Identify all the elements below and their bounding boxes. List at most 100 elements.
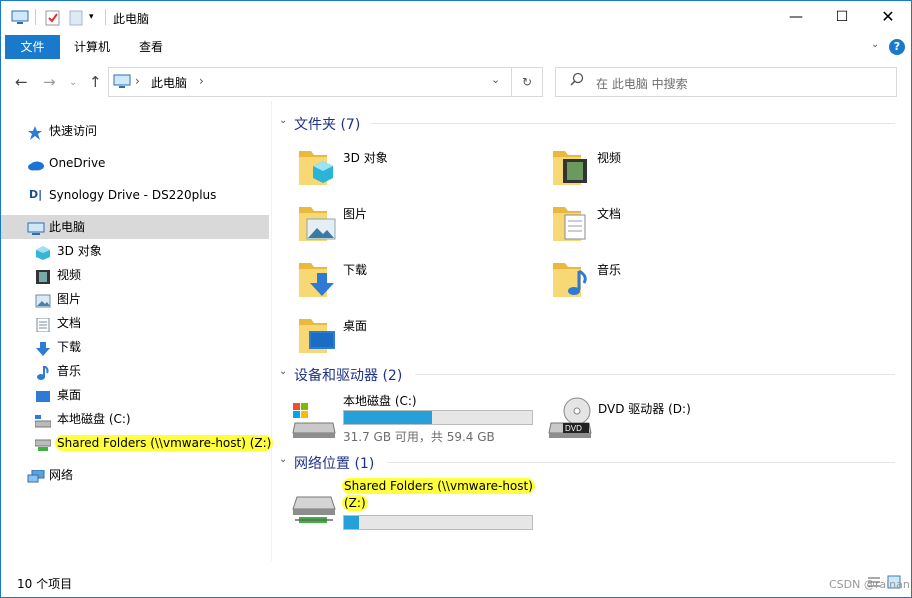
download-icon (35, 340, 51, 356)
folder-tile-videos[interactable]: 视频 (551, 141, 791, 195)
help-icon[interactable]: ? (889, 39, 905, 55)
folder-tile-music[interactable]: 音乐 (551, 253, 791, 307)
group-divider (415, 374, 895, 375)
music-icon (35, 364, 51, 380)
desktop-icon (299, 319, 335, 353)
network-drive-icon (292, 496, 336, 523)
picture-icon (299, 207, 336, 241)
navigation-pane: 快速访问 OneDrive D| Synology Drive - DS220p… (1, 101, 274, 561)
toolbar-separator (35, 9, 36, 25)
highlight-mark: (Z:) (342, 495, 368, 511)
search-box[interactable]: 在 此电脑 中搜索 (555, 67, 897, 97)
nav-label: 文档 (57, 316, 82, 330)
desktop-icon (35, 388, 51, 402)
nav-item-videos[interactable]: 视频 (1, 263, 269, 287)
nav-label: Shared Folders (\\vmware-host) (Z:) (55, 431, 274, 455)
nav-item-this-pc[interactable]: 此电脑 (1, 215, 269, 239)
folder-tile-pictures[interactable]: 图片 (297, 197, 537, 251)
drive-space-text: 31.7 GB 可用，共 59.4 GB (343, 430, 495, 444)
up-button[interactable]: ↑ (89, 73, 102, 91)
drive-usage-fill (344, 411, 433, 424)
network-drive-label-line1: Shared Folders (\\vmware-host) (342, 478, 535, 494)
nav-item-synology[interactable]: D| Synology Drive - DS220plus (1, 183, 269, 207)
nav-label: 视频 (57, 268, 82, 282)
nav-item-downloads[interactable]: 下载 (1, 335, 269, 359)
network-drive-icon (34, 436, 52, 451)
nav-label: Synology Drive - DS220plus (49, 188, 217, 202)
computer-icon (11, 10, 29, 29)
document-icon (553, 207, 586, 241)
group-header-folders[interactable]: 文件夹 (7) (294, 114, 360, 134)
tab-computer[interactable]: 计算机 (65, 35, 119, 59)
drive-label: DVD 驱动器 (D:) (598, 402, 691, 416)
drive-icon (292, 403, 336, 438)
computer-icon (113, 74, 131, 93)
folder-tile-documents[interactable]: 文档 (551, 197, 791, 251)
nav-item-desktop[interactable]: 桌面 (1, 383, 269, 407)
nav-item-network[interactable]: 网络 (1, 463, 269, 487)
nav-item-onedrive[interactable]: OneDrive (1, 151, 269, 175)
new-folder-icon[interactable] (69, 10, 83, 29)
breadcrumb-chevron-icon[interactable]: › (199, 74, 204, 88)
nav-item-local-disk-c[interactable]: 本地磁盘 (C:) (1, 407, 269, 431)
group-header-network[interactable]: 网络位置 (1) (294, 453, 374, 473)
chevron-down-icon[interactable]: ⌄ (279, 366, 287, 377)
expand-ribbon-icon[interactable]: ⌄ (871, 39, 879, 50)
chevron-down-icon[interactable]: ⌄ (279, 115, 287, 126)
recent-locations-icon[interactable]: ⌄ (69, 77, 77, 88)
film-icon (553, 151, 587, 185)
tab-file[interactable]: 文件 (5, 35, 60, 59)
nav-item-quick-access[interactable]: 快速访问 (1, 119, 269, 143)
minimize-button[interactable]: — (773, 1, 819, 33)
address-dropdown-icon[interactable]: ⌄ (491, 73, 500, 86)
close-button[interactable]: ✕ (865, 1, 911, 33)
network-drive-label-line2: (Z:) (342, 495, 368, 511)
address-bar[interactable]: › 此电脑 › ⌄ (108, 67, 512, 97)
drive-usage-bar (343, 410, 533, 425)
window-title: 此电脑 (113, 12, 150, 26)
maximize-button[interactable]: ☐ (819, 1, 865, 33)
nav-item-shared-folders[interactable]: Shared Folders (\\vmware-host) (Z:) (1, 431, 274, 455)
forward-button[interactable]: → (43, 73, 56, 91)
group-divider (387, 462, 895, 463)
group-header-devices[interactable]: 设备和驱动器 (2) (294, 365, 402, 385)
tab-view[interactable]: 查看 (127, 35, 175, 59)
breadcrumb-location[interactable]: 此电脑 (151, 74, 187, 91)
folder-tile-desktop[interactable]: 桌面 (297, 309, 537, 363)
star-icon (27, 124, 43, 140)
nav-label: 快速访问 (49, 124, 98, 138)
drive-usage-bar (343, 515, 533, 530)
folder-tile-3d-objects[interactable]: 3D 对象 (297, 141, 537, 195)
refresh-button[interactable]: ↻ (511, 67, 543, 97)
drive-tile-c[interactable]: 本地磁盘 (C:) 31.7 GB 可用，共 59.4 GB (292, 389, 537, 445)
drive-icon (34, 412, 52, 428)
nav-label: 网络 (49, 468, 74, 482)
nav-item-documents[interactable]: 文档 (1, 311, 269, 335)
network-drive-tile-z[interactable]: Shared Folders (\\vmware-host) (Z:) (291, 478, 541, 539)
nav-item-music[interactable]: 音乐 (1, 359, 269, 383)
drive-tile-dvd[interactable]: DVD DVD 驱动器 (D:) (547, 389, 787, 445)
search-icon (570, 72, 584, 91)
dvd-icon: DVD (548, 397, 592, 438)
network-icon (27, 468, 45, 483)
nav-item-3d-objects[interactable]: 3D 对象 (1, 239, 269, 263)
folder-label: 音乐 (597, 263, 622, 277)
breadcrumb-separator-icon[interactable]: › (135, 74, 140, 88)
pane-divider[interactable] (271, 101, 272, 561)
folder-label: 下载 (343, 263, 368, 277)
customize-toolbar-icon[interactable]: ▾ (89, 12, 94, 22)
download-icon (299, 263, 334, 297)
nav-label: 本地磁盘 (C:) (57, 412, 131, 426)
dvd-badge: DVD (565, 424, 582, 433)
nav-label: 音乐 (57, 364, 82, 378)
group-divider (371, 123, 895, 124)
back-button[interactable]: ← (15, 73, 28, 91)
folder-tile-downloads[interactable]: 下载 (297, 253, 537, 307)
drive-label: 本地磁盘 (C:) (343, 394, 417, 408)
chevron-down-icon[interactable]: ⌄ (279, 454, 287, 465)
nav-item-pictures[interactable]: 图片 (1, 287, 269, 311)
folder-label: 3D 对象 (343, 151, 388, 165)
watermark: CSDN @rainan (829, 578, 910, 591)
properties-icon[interactable] (45, 10, 61, 29)
status-item-count: 10 个项目 (17, 577, 73, 591)
